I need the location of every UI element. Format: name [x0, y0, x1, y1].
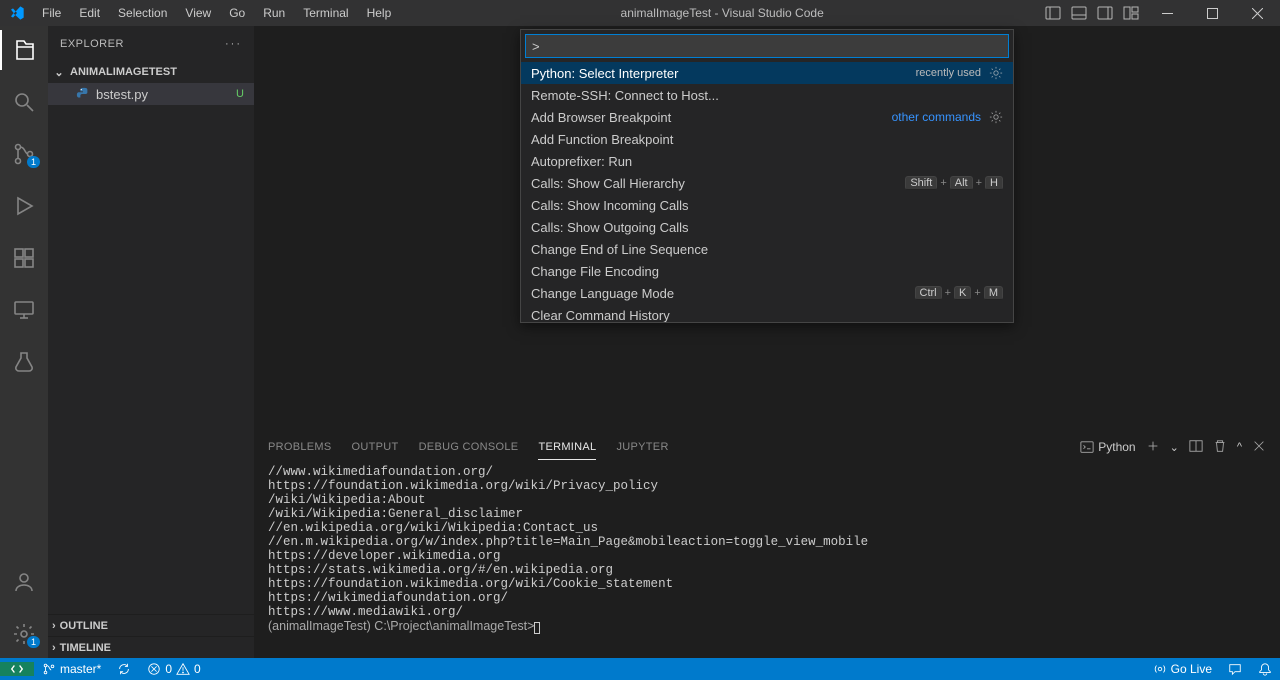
customize-layout-icon[interactable] [1123, 5, 1139, 21]
split-terminal-button[interactable] [1189, 439, 1203, 456]
python-file-icon [76, 87, 90, 101]
warning-icon [176, 662, 190, 676]
terminal-dropdown-icon[interactable]: ⌄ [1170, 441, 1179, 454]
chevron-down-icon: ⌄ [52, 66, 66, 79]
palette-item[interactable]: Autoprefixer: Run [521, 150, 1013, 172]
panel-tab-debug-console[interactable]: DEBUG CONSOLE [419, 435, 519, 460]
panel-tab-terminal[interactable]: TERMINAL [538, 435, 596, 460]
sync-icon [117, 662, 131, 676]
explorer-title: EXPLORER [60, 38, 124, 50]
layout-panel-icon[interactable] [1071, 5, 1087, 21]
problems-status[interactable]: 0 0 [139, 662, 208, 676]
menu-help[interactable]: Help [359, 2, 400, 24]
feedback-status[interactable] [1220, 662, 1250, 676]
error-icon [147, 662, 161, 676]
settings-badge: 1 [27, 636, 40, 648]
palette-item[interactable]: Change End of Line Sequence [521, 238, 1013, 260]
activity-remote-explorer[interactable] [0, 290, 48, 330]
gear-icon[interactable] [989, 66, 1003, 80]
layout-sidebar-right-icon[interactable] [1097, 5, 1113, 21]
palette-item[interactable]: Change Language ModeCtrl+K+M [521, 282, 1013, 304]
editor-area: Go to FileCtrl+PFind in FilesCtrl+Shift+… [254, 26, 1280, 658]
git-branch-icon [42, 662, 56, 676]
statusbar: master* 0 0 Go Live [0, 658, 1280, 680]
panel-tabs: PROBLEMS OUTPUT DEBUG CONSOLE TERMINAL JUPYT… [268, 435, 669, 460]
menu-terminal[interactable]: Terminal [295, 2, 356, 24]
command-palette-input[interactable] [525, 34, 1009, 58]
terminal-body[interactable]: //www.wikimediafoundation.org/ https://f… [254, 463, 1280, 658]
activity-scm[interactable]: 1 [0, 134, 48, 174]
file-name: bstest.py [96, 87, 148, 102]
activity-account[interactable] [0, 562, 48, 602]
palette-item[interactable]: Python: Select Interpreterrecently used [521, 62, 1013, 84]
activity-search[interactable] [0, 82, 48, 122]
panel-tab-problems[interactable]: PROBLEMS [268, 435, 332, 460]
window-minimize-button[interactable] [1145, 0, 1190, 26]
explorer-more-icon[interactable]: ··· [225, 38, 242, 50]
activity-run[interactable] [0, 186, 48, 226]
terminal-profile[interactable]: Python [1080, 440, 1135, 454]
folder-name: ANIMALIMAGETEST [70, 66, 177, 78]
layout-sidebar-left-icon[interactable] [1045, 5, 1061, 21]
activity-settings[interactable]: 1 [0, 614, 48, 654]
bottom-panel: PROBLEMS OUTPUT DEBUG CONSOLE TERMINAL JUPYT… [254, 430, 1280, 658]
palette-item[interactable]: Clear Command History [521, 304, 1013, 322]
activity-explorer[interactable] [0, 30, 48, 70]
palette-item[interactable]: Calls: Show Call HierarchyShift+Alt+H [521, 172, 1013, 194]
menu-file[interactable]: File [34, 2, 69, 24]
vscode-logo [0, 5, 34, 21]
menu-view[interactable]: View [177, 2, 219, 24]
timeline-section-header[interactable]: › TIMELINE [48, 636, 254, 658]
titlebar: FileEditSelectionViewGoRunTerminalHelp a… [0, 0, 1280, 26]
file-item-bstest[interactable]: bstest.py U [48, 83, 254, 105]
scm-badge: 1 [27, 156, 40, 168]
feedback-icon [1228, 662, 1242, 676]
command-palette-list: Python: Select Interpreterrecently usedR… [521, 62, 1013, 322]
activity-testing[interactable] [0, 342, 48, 382]
chevron-right-icon: › [52, 642, 56, 654]
maximize-panel-button[interactable]: ^ [1237, 441, 1242, 453]
activity-extensions[interactable] [0, 238, 48, 278]
git-sync-status[interactable] [109, 662, 139, 676]
kill-terminal-button[interactable] [1213, 439, 1227, 456]
explorer-sidebar: EXPLORER ··· ⌄ ANIMALIMAGETEST bstest.py… [48, 26, 254, 658]
broadcast-icon [1153, 662, 1167, 676]
menu-edit[interactable]: Edit [71, 2, 108, 24]
menubar: FileEditSelectionViewGoRunTerminalHelp [34, 2, 399, 24]
menu-run[interactable]: Run [255, 2, 293, 24]
palette-item[interactable]: Calls: Show Outgoing Calls [521, 216, 1013, 238]
git-branch-status[interactable]: master* [34, 662, 109, 676]
menu-selection[interactable]: Selection [110, 2, 175, 24]
panel-tab-jupyter[interactable]: JUPYTER [616, 435, 668, 460]
window-close-button[interactable] [1235, 0, 1280, 26]
palette-item[interactable]: Add Browser Breakpointother commands [521, 106, 1013, 128]
new-terminal-button[interactable] [1146, 439, 1160, 456]
palette-item[interactable]: Calls: Show Incoming Calls [521, 194, 1013, 216]
panel-tab-output[interactable]: OUTPUT [352, 435, 399, 460]
file-git-status: U [236, 88, 244, 100]
close-panel-button[interactable] [1252, 439, 1266, 456]
palette-item[interactable]: Remote-SSH: Connect to Host... [521, 84, 1013, 106]
go-live-status[interactable]: Go Live [1145, 662, 1220, 676]
palette-item[interactable]: Add Function Breakpoint [521, 128, 1013, 150]
command-palette: Python: Select Interpreterrecently usedR… [520, 29, 1014, 323]
remote-indicator[interactable] [0, 662, 34, 676]
notifications-status[interactable] [1250, 662, 1280, 676]
outline-section-header[interactable]: › OUTLINE [48, 614, 254, 636]
window-maximize-button[interactable] [1190, 0, 1235, 26]
gear-icon[interactable] [989, 110, 1003, 124]
terminal-icon [1080, 440, 1094, 454]
bell-icon [1258, 662, 1272, 676]
window-title: animalImageTest - Visual Studio Code [399, 6, 1045, 20]
folder-section-header[interactable]: ⌄ ANIMALIMAGETEST [48, 61, 254, 83]
chevron-right-icon: › [52, 620, 56, 632]
palette-item[interactable]: Change File Encoding [521, 260, 1013, 282]
menu-go[interactable]: Go [221, 2, 253, 24]
activitybar: 1 [0, 26, 48, 658]
